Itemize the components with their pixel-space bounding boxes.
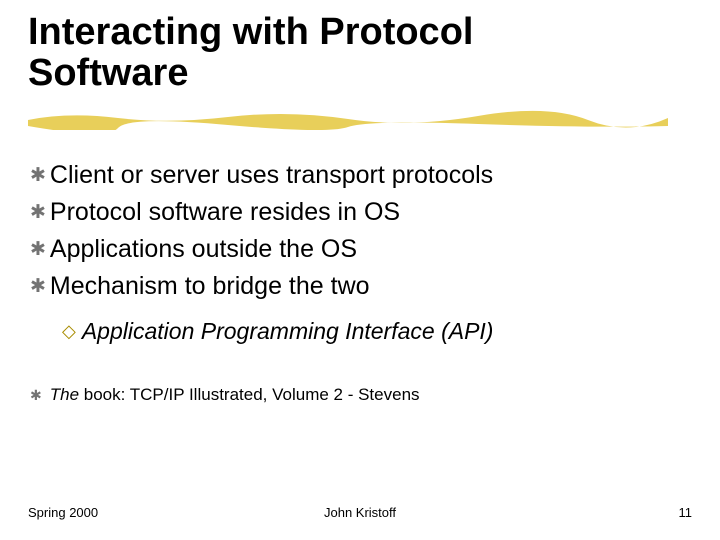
bullet-item: ✱ Protocol software resides in OS: [30, 195, 692, 230]
bullet-marker-icon: ✱: [30, 387, 42, 404]
bullet-marker-icon: ✱: [30, 274, 46, 301]
sub-bullet-text: Application Programming Interface (API): [82, 314, 494, 349]
bullet-list: ✱ Client or server uses transport protoc…: [28, 158, 692, 405]
bullet-text: Protocol software resides in OS: [50, 195, 400, 230]
footer-center: John Kristoff: [28, 505, 692, 520]
title-underline: [28, 108, 668, 130]
bullet-item: ✱ Mechanism to bridge the two: [30, 269, 692, 304]
bullet-marker-icon: ✱: [30, 200, 46, 227]
reference-text: The book: TCP/IP Illustrated, Volume 2 -…: [50, 385, 420, 405]
slide-footer: Spring 2000 John Kristoff 11: [28, 505, 692, 520]
slide: Interacting with Protocol Software ✱ Cli…: [0, 0, 720, 540]
slide-title: Interacting with Protocol Software: [28, 12, 692, 94]
sub-bullet-marker-icon: ◇: [62, 318, 76, 345]
bullet-text: Mechanism to bridge the two: [50, 269, 370, 304]
bullet-item: ✱ Client or server uses transport protoc…: [30, 158, 692, 193]
bullet-text: Applications outside the OS: [50, 232, 357, 267]
title-line-1: Interacting with Protocol: [28, 11, 473, 53]
reference-rest: book: TCP/IP Illustrated, Volume 2 - Ste…: [79, 385, 420, 404]
reference-emphasis: The: [50, 385, 79, 404]
bullet-marker-icon: ✱: [30, 237, 46, 264]
reference-line: ✱ The book: TCP/IP Illustrated, Volume 2…: [30, 385, 692, 405]
title-line-2: Software: [28, 52, 188, 94]
bullet-item: ✱ Applications outside the OS: [30, 232, 692, 267]
sub-bullet-item: ◇ Application Programming Interface (API…: [62, 314, 692, 349]
bullet-text: Client or server uses transport protocol…: [50, 158, 493, 193]
bullet-marker-icon: ✱: [30, 163, 46, 190]
